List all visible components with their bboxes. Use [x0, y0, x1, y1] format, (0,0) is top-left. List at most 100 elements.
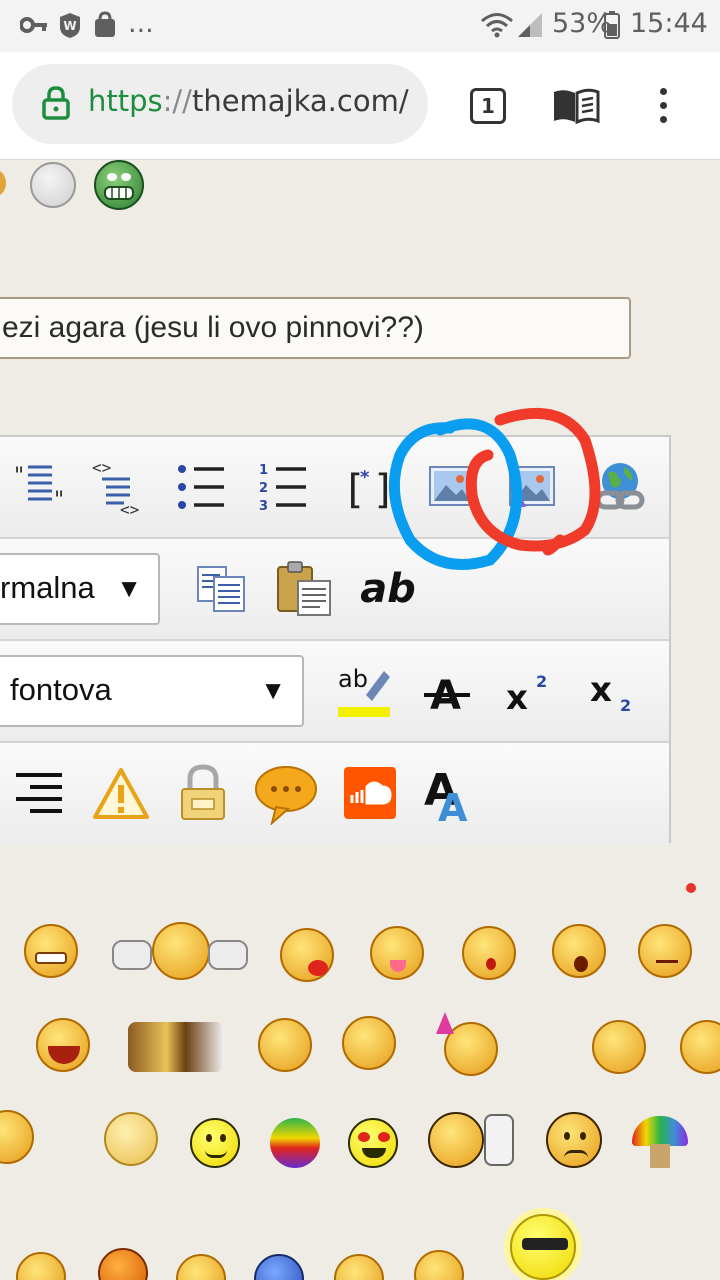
- speech-bubble-icon[interactable]: [254, 763, 318, 825]
- size-select[interactable]: rmalna ▼: [0, 553, 160, 625]
- battery-percent: 53%: [552, 8, 613, 39]
- link-icon[interactable]: [594, 459, 648, 515]
- smiley-roll-eyes[interactable]: [104, 1112, 158, 1166]
- toolbar-row-1: " " <> <> 1 2 3 [] *: [0, 437, 669, 539]
- highlight-icon[interactable]: ab: [336, 661, 394, 723]
- smiley-bored[interactable]: [592, 1020, 646, 1074]
- grin-smiley[interactable]: [94, 160, 144, 210]
- key-icon: [20, 10, 48, 40]
- smiley-laugh-2[interactable]: [680, 1020, 720, 1074]
- font-select-value: fontova: [10, 672, 112, 707]
- svg-text:2: 2: [620, 696, 631, 715]
- app-badge-icon: W: [56, 10, 84, 40]
- hug-hand-right: [208, 940, 248, 970]
- smiley-love[interactable]: [280, 928, 334, 982]
- code-icon[interactable]: <> <>: [90, 459, 148, 517]
- url-scheme: https: [88, 84, 163, 118]
- svg-text:W: W: [63, 19, 76, 33]
- svg-text:A: A: [438, 786, 468, 825]
- svg-text:2: 2: [259, 481, 268, 496]
- align-right-icon[interactable]: [12, 769, 66, 819]
- smiley-tongue[interactable]: [370, 926, 424, 980]
- subscript-icon[interactable]: x2: [588, 665, 640, 719]
- svg-text:2: 2: [536, 672, 547, 691]
- status-bar: W ... 53% 15:44: [0, 0, 720, 52]
- overflow-menu-icon[interactable]: [650, 84, 676, 124]
- toolbar-row-4: AA: [0, 743, 669, 845]
- smiley-surprised[interactable]: [552, 924, 606, 978]
- smiley-sad[interactable]: [546, 1112, 602, 1168]
- smiley-wave[interactable]: [258, 1018, 312, 1072]
- superscript-icon[interactable]: x2: [504, 665, 556, 719]
- smiley-mushroom[interactable]: [632, 1116, 688, 1146]
- font-select[interactable]: fontova ▼: [0, 655, 304, 727]
- toolbar-row-3: fontova ▼ ab A x2 x2: [0, 641, 669, 743]
- address-bar[interactable]: https://themajka.com/: [12, 64, 428, 144]
- smiley-row4-3[interactable]: [176, 1254, 226, 1280]
- image-upload-icon[interactable]: [508, 461, 558, 511]
- smiley-partial[interactable]: [0, 170, 6, 196]
- radio-button[interactable]: [30, 162, 76, 208]
- chevron-down-icon: ▼: [116, 573, 142, 603]
- smiley-rainbow[interactable]: [270, 1118, 320, 1168]
- toolbar-row-2: rmalna ▼ ab: [0, 539, 669, 641]
- thumbs-up-hand: [484, 1114, 514, 1166]
- copy-icon[interactable]: [194, 561, 250, 617]
- chevron-down-icon: ▼: [260, 675, 286, 705]
- size-select-value: rmalna: [0, 570, 95, 605]
- smiley-sun-cool[interactable]: [510, 1214, 576, 1280]
- smiley-grin[interactable]: [24, 924, 78, 978]
- smiley-blue[interactable]: [254, 1254, 304, 1280]
- warning-icon[interactable]: [92, 767, 150, 821]
- wifi-icon: [480, 10, 514, 40]
- image-icon[interactable]: [428, 461, 478, 511]
- strikethrough-icon[interactable]: A: [422, 665, 474, 719]
- smiley-smirk[interactable]: [638, 924, 692, 978]
- paste-icon[interactable]: [276, 559, 334, 619]
- smiley-row4-1[interactable]: [16, 1252, 66, 1280]
- url-host: themajka.com/: [191, 84, 409, 118]
- font-color-icon[interactable]: AA: [422, 765, 476, 825]
- bullet-list-icon[interactable]: [176, 461, 228, 513]
- svg-text:<>: <>: [92, 459, 111, 477]
- smiley-classic[interactable]: [190, 1118, 240, 1168]
- smiley-row4-5[interactable]: [334, 1254, 384, 1280]
- title-input[interactable]: ezi agara (jesu li ovo pinnovi??): [0, 297, 631, 359]
- svg-text:<>: <>: [120, 500, 139, 517]
- notification-dot: [686, 883, 696, 893]
- svg-text:1: 1: [259, 463, 268, 478]
- smiley-party[interactable]: [436, 1012, 498, 1076]
- svg-text:": ": [14, 464, 24, 489]
- soundcloud-icon[interactable]: [342, 765, 398, 821]
- svg-text:*: *: [360, 467, 370, 488]
- svg-text:x: x: [590, 670, 612, 710]
- smiley-question[interactable]: [414, 1250, 464, 1280]
- lock-icon: [42, 86, 70, 124]
- smiley-raise-hand[interactable]: [0, 1110, 34, 1164]
- browser-toolbar: https://themajka.com/ 1: [0, 52, 720, 160]
- paste-text-icon[interactable]: ab: [358, 559, 418, 619]
- spoiler-icon[interactable]: [] *: [342, 461, 394, 513]
- tab-switcher-button[interactable]: 1: [470, 88, 506, 124]
- lock-icon[interactable]: [178, 763, 228, 823]
- url-text: https://themajka.com/: [88, 84, 409, 118]
- mushroom-stem: [650, 1144, 670, 1168]
- blockquote-icon[interactable]: " ": [12, 459, 68, 515]
- more-notifications: ...: [128, 8, 154, 39]
- smiley-heart-eyes[interactable]: [348, 1118, 398, 1168]
- signal-icon: [516, 10, 544, 40]
- shopping-bag-icon: [92, 10, 118, 40]
- smiley-hug[interactable]: [152, 922, 210, 980]
- smiley-laugh[interactable]: [36, 1018, 90, 1072]
- numbered-list-icon[interactable]: 1 2 3: [258, 461, 310, 513]
- smiley-shocked[interactable]: [462, 926, 516, 980]
- smiley-devil[interactable]: [98, 1248, 148, 1280]
- smiley-door[interactable]: [128, 1022, 224, 1072]
- svg-text:3: 3: [259, 499, 268, 513]
- url-separator: ://: [162, 84, 192, 118]
- reader-mode-icon[interactable]: [552, 88, 600, 128]
- smiley-sleep[interactable]: [342, 1016, 396, 1070]
- smiley-thumbs-up[interactable]: [428, 1112, 484, 1168]
- svg-text:x: x: [506, 678, 528, 718]
- svg-text:]: ]: [372, 467, 394, 513]
